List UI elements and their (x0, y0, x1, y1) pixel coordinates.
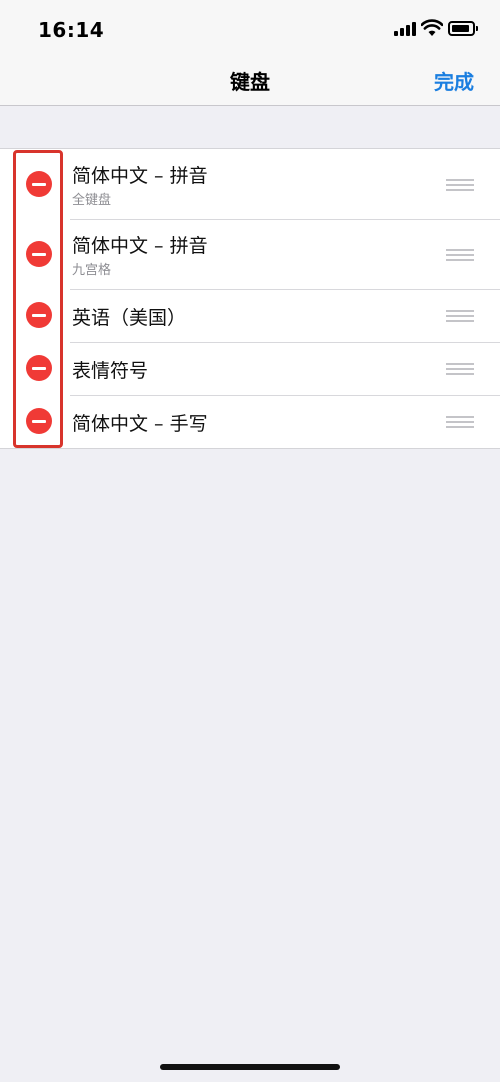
reorder-grip-icon[interactable] (446, 249, 474, 261)
keyboard-row-pinyin-9key[interactable]: 简体中文 – 拼音 九宫格 (0, 219, 500, 289)
reorder-grip-icon[interactable] (446, 416, 474, 428)
page-title: 键盘 (230, 70, 270, 94)
keyboard-row-pinyin-full[interactable]: 简体中文 – 拼音 全键盘 (0, 149, 500, 219)
cellular-signal-icon (394, 22, 418, 36)
keyboard-sublabel: 全键盘 (72, 193, 112, 208)
home-indicator[interactable] (160, 1064, 340, 1070)
keyboard-label: 表情符号 (72, 360, 149, 382)
reorder-grip-icon[interactable] (446, 310, 474, 322)
status-bar: 16:14 (0, 0, 500, 56)
keyboards-screen: 16:14 键盘 完成 简体中文 – 拼音 全键盘 简体中文 – 拼音 九宫格 … (0, 0, 500, 1082)
reorder-grip-icon[interactable] (446, 363, 474, 375)
battery-icon (448, 21, 478, 36)
keyboard-row-handwriting[interactable]: 简体中文 – 手写 (0, 395, 500, 448)
navigation-bar: 键盘 完成 (0, 56, 500, 106)
keyboard-label: 简体中文 – 手写 (72, 413, 208, 435)
keyboard-list: 简体中文 – 拼音 全键盘 简体中文 – 拼音 九宫格 英语（美国） 表情符号 (0, 148, 500, 449)
wifi-icon (421, 19, 443, 36)
status-time: 16:14 (38, 18, 105, 42)
annotation-highlight-box (13, 150, 63, 448)
keyboard-sublabel: 九宫格 (72, 263, 112, 278)
done-button[interactable]: 完成 (434, 66, 474, 95)
reorder-grip-icon[interactable] (446, 179, 474, 191)
keyboard-label: 简体中文 – 拼音 (72, 235, 208, 257)
keyboard-label: 简体中文 – 拼音 (72, 165, 208, 187)
keyboard-label: 英语（美国） (72, 307, 187, 329)
keyboard-row-emoji[interactable]: 表情符号 (0, 342, 500, 395)
keyboard-row-english-us[interactable]: 英语（美国） (0, 289, 500, 342)
